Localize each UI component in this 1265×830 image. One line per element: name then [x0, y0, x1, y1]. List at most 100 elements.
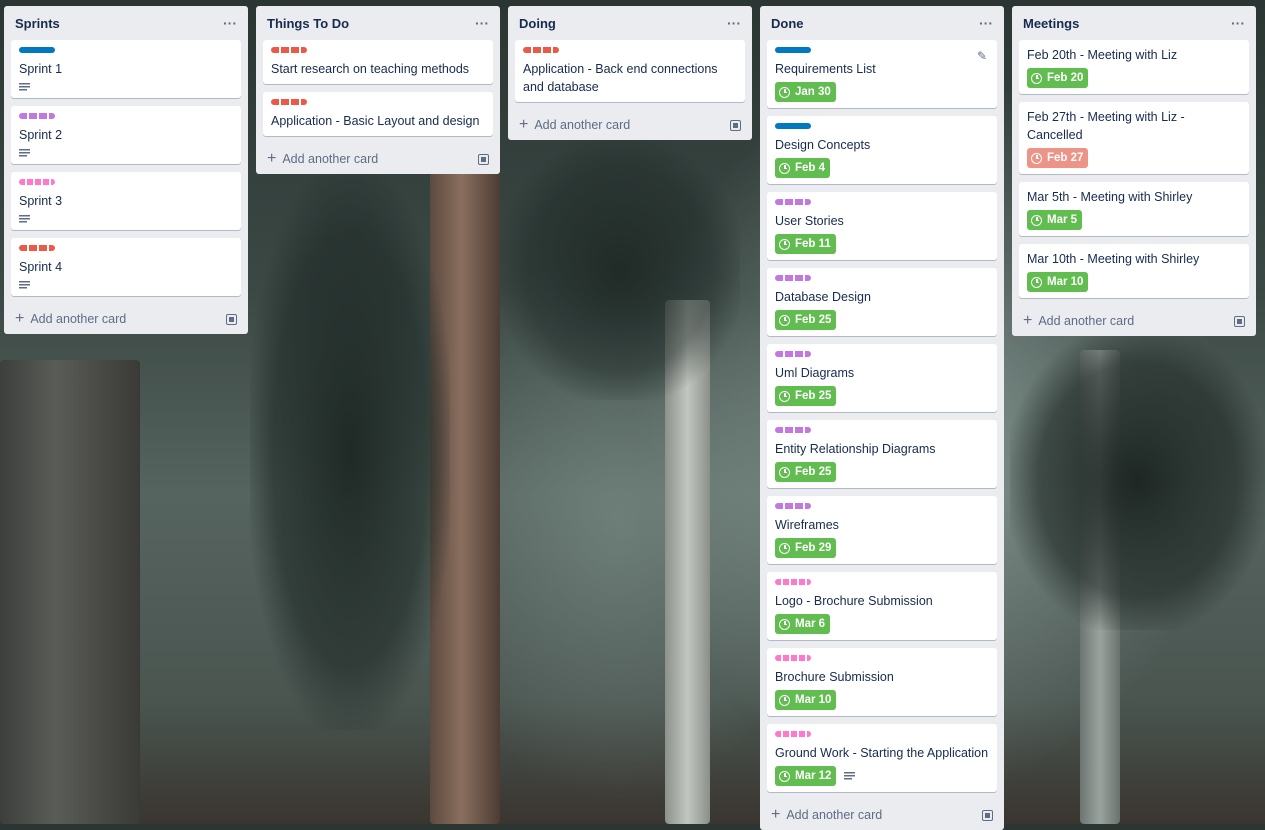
card[interactable]: Sprint 1 [11, 40, 241, 98]
card[interactable]: Brochure Submission Mar 10 [767, 648, 997, 716]
card-badges [19, 78, 233, 92]
purple-label[interactable] [775, 427, 811, 433]
list-doing[interactable]: Doing ··· Application - Back end connectio… [508, 6, 752, 140]
due-date-text: Mar 6 [795, 618, 826, 630]
background-tree [0, 360, 140, 824]
card-title: Database Design [775, 290, 871, 304]
card[interactable]: Application - Basic Layout and design [263, 92, 493, 136]
list-sprints[interactable]: Sprints ··· Sprint 1 Sprint 2 Sprint 3 Sprint… [4, 6, 248, 334]
list-meetings[interactable]: Meetings ··· Feb 20th - Meeting with Liz Fe… [1012, 6, 1256, 336]
blue-label[interactable] [19, 47, 55, 53]
red-label[interactable] [271, 99, 307, 105]
clock-icon [779, 390, 790, 402]
due-date-badge[interactable]: Feb 27 [1027, 148, 1089, 168]
list-title[interactable]: Done [771, 16, 804, 31]
pink-label[interactable] [19, 179, 55, 185]
red-label[interactable] [19, 245, 55, 251]
card[interactable]: Mar 5th - Meeting with Shirley Mar 5 [1019, 182, 1249, 236]
list-menu-icon[interactable]: ··· [979, 15, 993, 31]
card[interactable]: Application - Back end connections and d… [515, 40, 745, 102]
card-template-icon[interactable] [1234, 315, 1245, 327]
add-card-button[interactable]: + Add another card [1019, 306, 1249, 336]
card-title: Design Concepts [775, 138, 871, 152]
card[interactable]: User Stories Feb 11 [767, 192, 997, 260]
card[interactable]: Design Concepts Feb 4 [767, 116, 997, 184]
card-badges: Jan 30 [775, 78, 989, 102]
card[interactable]: Sprint 4 [11, 238, 241, 296]
due-date-badge[interactable]: Feb 29 [775, 538, 837, 558]
card[interactable]: Uml Diagrams Feb 25 [767, 344, 997, 412]
card-template-icon[interactable] [730, 119, 741, 131]
due-date-badge[interactable]: Mar 10 [775, 690, 837, 710]
card-badges: Mar 10 [775, 686, 989, 710]
list-title[interactable]: Doing [519, 16, 556, 31]
card-title: Ground Work - Starting the Application [775, 746, 989, 760]
card[interactable]: Entity Relationship Diagrams Feb 25 [767, 420, 997, 488]
card[interactable]: Database Design Feb 25 [767, 268, 997, 336]
list-title[interactable]: Things To Do [267, 16, 349, 31]
due-date-badge[interactable]: Mar 12 [775, 766, 837, 786]
card[interactable]: Ground Work - Starting the Application Ma… [767, 724, 997, 792]
card-template-icon[interactable] [478, 153, 489, 165]
red-label[interactable] [523, 47, 559, 53]
card[interactable]: Sprint 2 [11, 106, 241, 164]
card-title: Mar 5th - Meeting with Shirley [1027, 190, 1193, 204]
card-template-icon[interactable] [226, 313, 237, 325]
due-date-badge[interactable]: Feb 25 [775, 386, 837, 406]
card[interactable]: Feb 20th - Meeting with Liz Feb 20 [1019, 40, 1249, 94]
card[interactable]: Requirements List ✎ Jan 30 [767, 40, 997, 108]
card[interactable]: Feb 27th - Meeting with Liz - Cancelled F… [1019, 102, 1249, 174]
blue-label[interactable] [775, 47, 811, 53]
list-title[interactable]: Meetings [1023, 16, 1079, 31]
list-title[interactable]: Sprints [15, 16, 60, 31]
add-card-button[interactable]: + Add another card [11, 304, 241, 334]
due-date-badge[interactable]: Feb 20 [1027, 68, 1089, 88]
list-menu-icon[interactable]: ··· [1231, 15, 1245, 31]
add-card-button[interactable]: + Add another card [767, 800, 997, 830]
due-date-badge[interactable]: Mar 6 [775, 614, 831, 634]
list-done[interactable]: Done ··· Requirements List ✎ Jan 30 Design Co… [760, 6, 1004, 830]
card[interactable]: Mar 10th - Meeting with Shirley Mar 10 [1019, 244, 1249, 298]
card[interactable]: Sprint 3 [11, 172, 241, 230]
due-date-badge[interactable]: Feb 4 [775, 158, 831, 178]
due-date-badge[interactable]: Jan 30 [775, 82, 836, 102]
purple-label[interactable] [19, 113, 55, 119]
plus-icon: + [519, 116, 529, 133]
due-date-text: Mar 12 [795, 770, 832, 782]
card[interactable]: Logo - Brochure Submission Mar 6 [767, 572, 997, 640]
purple-label[interactable] [775, 199, 811, 205]
list-menu-icon[interactable]: ··· [475, 15, 489, 31]
clock-icon [779, 238, 790, 250]
due-date-badge[interactable]: Mar 10 [1027, 272, 1089, 292]
purple-label[interactable] [775, 351, 811, 357]
card-title: Application - Back end connections and d… [523, 62, 718, 94]
due-date-badge[interactable]: Mar 5 [1027, 210, 1083, 230]
card-title: Mar 10th - Meeting with Shirley [1027, 252, 1200, 266]
card-template-icon[interactable] [982, 809, 993, 821]
card-title: Wireframes [775, 518, 839, 532]
pink-label[interactable] [775, 655, 811, 661]
purple-label[interactable] [775, 275, 811, 281]
due-date-badge[interactable]: Feb 25 [775, 462, 837, 482]
blue-label[interactable] [775, 123, 811, 129]
card[interactable]: Start research on teaching methods [263, 40, 493, 84]
purple-label[interactable] [775, 503, 811, 509]
card[interactable]: Wireframes Feb 29 [767, 496, 997, 564]
list-menu-icon[interactable]: ··· [727, 15, 741, 31]
pink-label[interactable] [775, 579, 811, 585]
card-title: Feb 27th - Meeting with Liz - Cancelled [1027, 110, 1185, 142]
red-label[interactable] [271, 47, 307, 53]
due-date-badge[interactable]: Feb 11 [775, 234, 836, 254]
list-menu-icon[interactable]: ··· [223, 15, 237, 31]
pink-label[interactable] [775, 731, 811, 737]
list-things-to-do[interactable]: Things To Do ··· Start research on teachin… [256, 6, 500, 174]
add-card-left: + Add another card [267, 151, 378, 167]
add-card-button[interactable]: + Add another card [263, 144, 493, 174]
add-card-label: Add another card [786, 808, 883, 822]
pencil-icon[interactable]: ✎ [977, 49, 987, 63]
card-badges [19, 210, 233, 224]
clock-icon [1031, 152, 1042, 164]
due-date-badge[interactable]: Feb 25 [775, 310, 837, 330]
add-card-left: + Add another card [771, 807, 883, 823]
add-card-button[interactable]: + Add another card [515, 110, 745, 140]
